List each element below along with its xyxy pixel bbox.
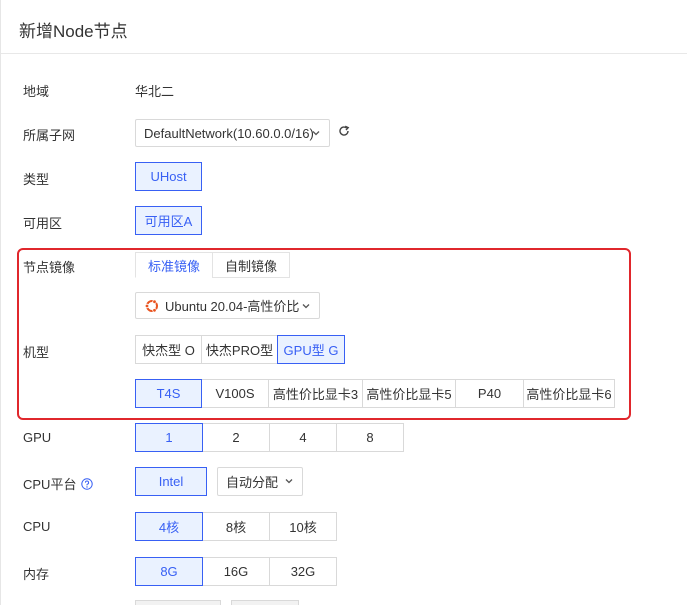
tab-custom-image[interactable]: 自制镜像 [212, 252, 291, 278]
cpu-platform-label-group: CPU平台 [23, 474, 94, 493]
cpu-core-8[interactable]: 8核 [202, 512, 270, 541]
zone-label: 可用区 [23, 216, 63, 231]
cpu-core-selector: 4核 8核 10核 [135, 512, 337, 541]
family-option-gpu[interactable]: GPU型 G [277, 335, 345, 364]
add-node-dialog: 新增Node节点 地域 华北二 所属子网 DefaultNetwork(10.6… [0, 0, 687, 605]
ubuntu-icon [144, 299, 158, 312]
cpu-platform-intel[interactable]: Intel [135, 467, 207, 496]
machine-label: 机型 [23, 345, 50, 360]
refresh-icon[interactable] [338, 125, 350, 137]
cpu-core-4[interactable]: 4核 [135, 512, 203, 541]
memory-selector: 8G 16G 32G [135, 557, 337, 586]
subnet-select-value: DefaultNetwork(10.60.0.0/16) [144, 125, 314, 141]
dialog-header: 新增Node节点 [1, 0, 687, 54]
gpu-model-t4s[interactable]: T4S [135, 379, 202, 408]
machine-family-selector: 快杰型 O 快杰PRO型 GPU型 G [135, 335, 345, 364]
gpu-label: GPU [23, 430, 52, 445]
type-label: 类型 [23, 172, 50, 187]
zone-option-a[interactable]: 可用区A [135, 206, 202, 235]
memory-option-16g[interactable]: 16G [202, 557, 270, 586]
gpu-count-selector: 1 2 4 8 [135, 423, 404, 452]
region-label: 地域 [23, 84, 50, 99]
gpu-count-8[interactable]: 8 [336, 423, 404, 452]
subnet-label: 所属子网 [23, 128, 76, 143]
next-row-option-cut-off [231, 600, 299, 605]
gpu-model-value5[interactable]: 高性价比显卡5 [362, 379, 456, 408]
tab-standard-image[interactable]: 标准镜像 [135, 252, 214, 278]
gpu-model-v100s[interactable]: V100S [201, 379, 269, 408]
memory-label: 内存 [23, 567, 50, 582]
cpu-core-10[interactable]: 10核 [269, 512, 337, 541]
family-option-o[interactable]: 快杰型 O [135, 335, 202, 364]
gpu-count-4[interactable]: 4 [269, 423, 337, 452]
cpu-platform-selector: Intel [135, 467, 207, 496]
gpu-count-2[interactable]: 2 [202, 423, 270, 452]
gpu-model-selector: T4S V100S 高性价比显卡3 高性价比显卡5 P40 高性价比显卡6 [135, 379, 615, 408]
subnet-select[interactable]: DefaultNetwork(10.60.0.0/16) [135, 119, 330, 147]
gpu-model-value6[interactable]: 高性价比显卡6 [523, 379, 615, 408]
type-option-uhost[interactable]: UHost [135, 162, 202, 191]
family-option-pro[interactable]: 快杰PRO型 [201, 335, 278, 364]
help-icon[interactable] [81, 477, 94, 490]
cpu-label: CPU [23, 519, 51, 534]
gpu-count-1[interactable]: 1 [135, 423, 203, 452]
chevron-down-icon [302, 304, 310, 309]
chevron-down-icon [312, 131, 320, 136]
memory-option-32g[interactable]: 32G [269, 557, 337, 586]
os-image-select[interactable]: Ubuntu 20.04-高性价比 [135, 292, 320, 319]
zone-selector: 可用区A [135, 206, 202, 235]
next-row-option-cut-off [135, 600, 221, 605]
chevron-down-icon [285, 479, 293, 484]
image-tabs: 标准镜像 自制镜像 [135, 252, 291, 278]
cpu-platform-auto-select[interactable]: 自动分配 [217, 467, 303, 496]
dialog-title: 新增Node节点 [19, 22, 128, 41]
memory-option-8g[interactable]: 8G [135, 557, 203, 586]
gpu-model-p40[interactable]: P40 [455, 379, 524, 408]
os-image-value: Ubuntu 20.04-高性价比 [165, 299, 300, 314]
cpu-platform-auto-value: 自动分配 [226, 475, 279, 490]
gpu-model-value3[interactable]: 高性价比显卡3 [268, 379, 363, 408]
image-label: 节点镜像 [23, 260, 76, 275]
cpu-platform-label: CPU平台 [23, 477, 77, 492]
region-value: 华北二 [135, 84, 175, 99]
type-selector: UHost [135, 162, 202, 191]
